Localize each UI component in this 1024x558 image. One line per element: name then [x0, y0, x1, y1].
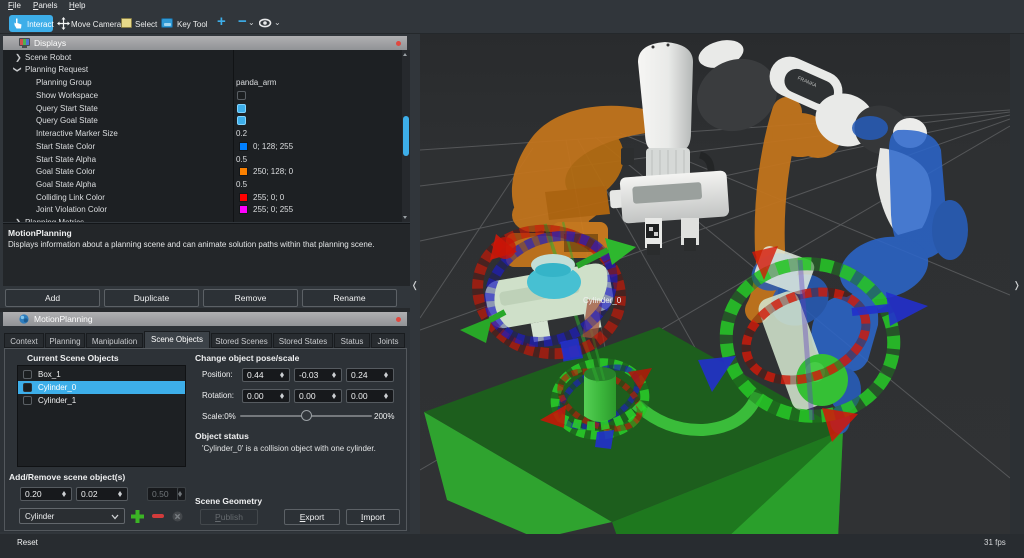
svg-text:Cylinder_0: Cylinder_0 [583, 296, 622, 305]
